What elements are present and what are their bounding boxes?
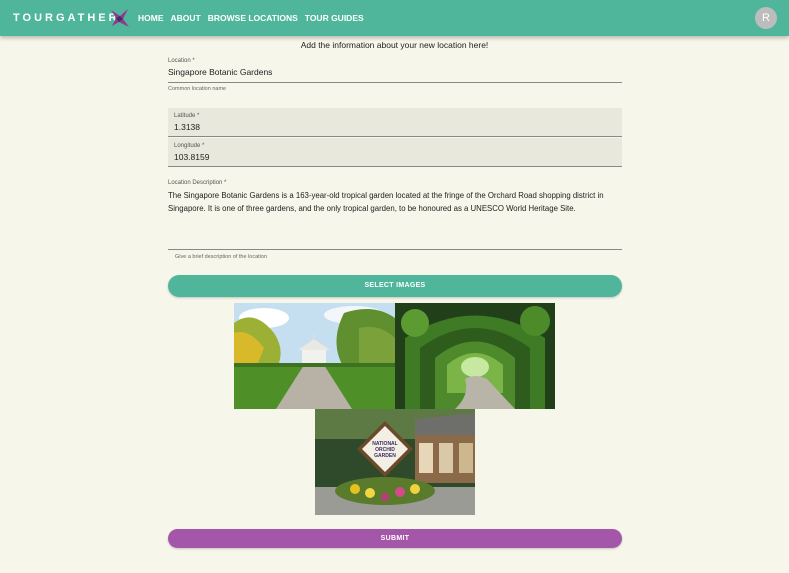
brand-name[interactable]: TOURGATHER	[13, 12, 120, 24]
longitude-field[interactable]: Longitude * 103.8159	[168, 138, 622, 167]
latitude-field[interactable]: Latitude * 1.3138	[168, 108, 622, 137]
description-textarea[interactable]: The Singapore Botanic Gardens is a 163-y…	[168, 186, 622, 250]
longitude-input[interactable]: 103.8159	[174, 149, 616, 162]
sign-line-garden: GARDEN	[374, 453, 396, 459]
vine-arch-path-photo	[395, 303, 555, 409]
avatar[interactable]: R	[755, 7, 777, 29]
description-helper-text: Give a brief description of the location	[175, 254, 268, 260]
nav-about[interactable]: ABOUT	[171, 13, 201, 23]
nav-home[interactable]: HOME	[138, 13, 164, 23]
longitude-label: Longitude *	[174, 143, 205, 149]
nav-tour-guides[interactable]: TOUR GUIDES	[305, 13, 364, 23]
select-images-button[interactable]: SELECT IMAGES	[168, 275, 622, 297]
latitude-label: Latitude *	[174, 113, 200, 119]
location-input[interactable]: Singapore Botanic Gardens	[168, 64, 622, 83]
latitude-input[interactable]: 1.3138	[174, 119, 616, 132]
gazebo-garden-photo	[234, 303, 395, 409]
main-nav: HOME ABOUT BROWSE LOCATIONS TOUR GUIDES	[138, 13, 364, 23]
description-field[interactable]: Location Description * The Singapore Bot…	[168, 180, 622, 260]
page-intro: Add the information about your new locat…	[300, 40, 489, 50]
submit-button[interactable]: SUBMIT	[168, 529, 622, 548]
location-field[interactable]: Location * Singapore Botanic Gardens Com…	[168, 58, 622, 92]
nav-browse-locations[interactable]: BROWSE LOCATIONS	[208, 13, 298, 23]
national-orchid-garden-sign-photo: NATIONAL ORCHID GARDEN	[315, 409, 475, 515]
app-bar: TOURGATHER HOME ABOUT BROWSE LOCATIONS T…	[0, 0, 789, 36]
location-helper-text: Common location name	[168, 86, 227, 92]
logo-icon	[108, 6, 132, 30]
